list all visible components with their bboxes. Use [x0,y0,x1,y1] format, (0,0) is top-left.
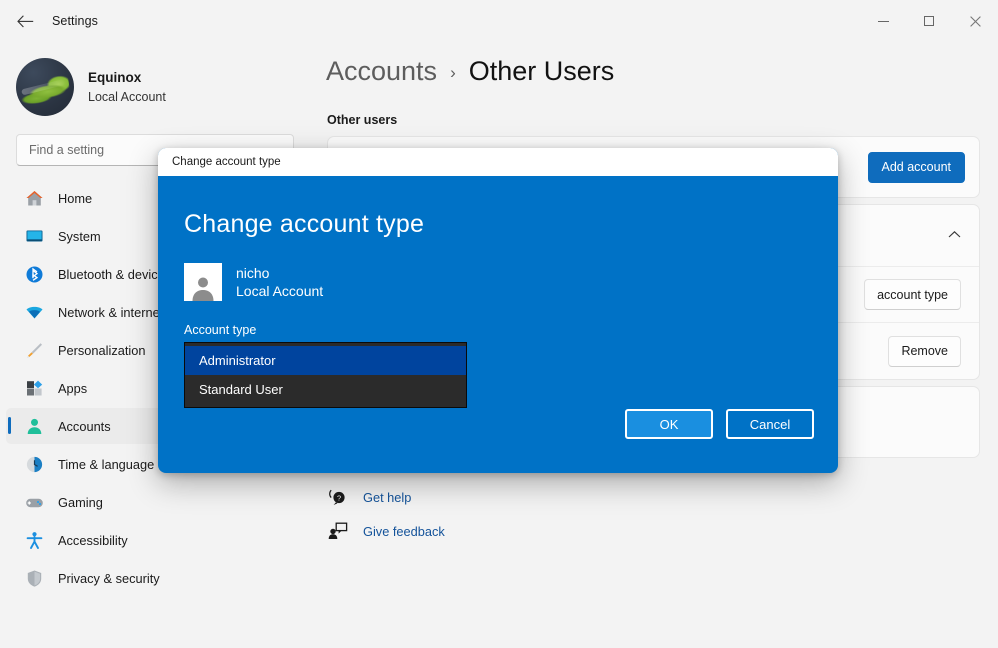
sidebar-item-label: Accessibility [58,532,128,548]
sidebar-item-label: Home [58,190,93,206]
minimize-button[interactable] [860,0,906,42]
user-avatar-icon [184,263,222,301]
dialog-heading: Change account type [184,210,425,238]
dialog-buttons: OK Cancel [625,409,814,439]
settings-window: Settings Equinox Local Account Find a se… [0,0,998,648]
system-icon [24,226,44,246]
remove-button[interactable]: Remove [888,335,961,367]
sidebar-item-label: Gaming [58,494,103,510]
account-type-dropdown[interactable]: Administrator Standard User [184,342,467,408]
gaming-icon [24,492,44,512]
accounts-icon [24,416,44,436]
title-bar: Settings [0,0,998,42]
dialog-title-bar[interactable]: Change account type [158,148,838,176]
time-language-icon [24,454,44,474]
cancel-button[interactable]: Cancel [726,409,814,439]
home-icon [24,188,44,208]
dialog-body: Change account type nicho Local Account … [158,176,838,473]
sidebar-item-label: Accounts [58,418,111,434]
section-label: Other users [327,113,398,127]
ok-button[interactable]: OK [625,409,713,439]
give-feedback-icon [327,521,349,541]
change-account-type-dialog: Change account type Change account type … [158,148,838,473]
get-help-link[interactable]: ? Get help [327,482,998,512]
change-account-type-button[interactable]: account type [864,279,961,310]
privacy-security-icon [24,568,44,588]
close-icon [969,15,981,27]
sidebar-item-label: System [58,228,101,244]
sidebar-item-gaming[interactable]: Gaming [6,484,304,520]
add-account-button[interactable]: Add account [867,151,965,183]
back-button[interactable] [8,6,42,36]
profile-account-type: Local Account [88,89,166,104]
window-controls [860,0,998,42]
back-arrow-icon [16,14,33,27]
breadcrumb-parent[interactable]: Accounts [326,56,437,87]
sidebar-item-accessibility[interactable]: Accessibility [6,522,304,558]
dialog-user-account-type: Local Account [236,283,324,299]
get-help-icon: ? [327,487,349,507]
dialog-user-name: nicho [236,264,270,281]
footer-link-label: Get help [363,489,412,505]
dialog-title: Change account type [172,156,281,168]
breadcrumb-separator: › [450,63,456,82]
account-type-label: Account type [184,323,257,337]
dialog-user-row: nicho Local Account [184,263,814,301]
svg-text:?: ? [337,494,341,503]
network-icon [24,302,44,322]
footer-links: ? Get help Give feedback [327,482,998,546]
profile-card[interactable]: Equinox Local Account [0,42,310,120]
window-title: Settings [52,14,98,28]
give-feedback-link[interactable]: Give feedback [327,516,998,546]
sidebar-item-label: Network & internet [58,304,164,320]
sidebar-item-label: Bluetooth & devices [58,266,172,282]
profile-name: Equinox [88,70,142,86]
dropdown-option-standard-user[interactable]: Standard User [185,375,466,404]
sidebar-item-label: Time & language [58,456,155,472]
personalization-icon [24,340,44,360]
page-title: Other Users [468,56,615,86]
footer-link-label: Give feedback [363,523,445,539]
sidebar-item-label: Privacy & security [58,570,160,586]
breadcrumb: Accounts › Other Users [326,56,998,87]
dropdown-option-administrator[interactable]: Administrator [185,346,466,375]
sidebar-item-label: Personalization [58,342,146,358]
avatar [16,58,74,116]
accessibility-icon [24,530,44,550]
sidebar-item-privacy-security[interactable]: Privacy & security [6,560,304,596]
maximize-button[interactable] [906,0,952,42]
minimize-icon [877,20,889,22]
apps-icon [24,378,44,398]
chevron-up-icon [948,230,961,242]
close-button[interactable] [952,0,998,42]
maximize-icon [924,16,934,26]
bluetooth-icon [24,264,44,284]
sidebar-item-label: Apps [58,380,88,396]
